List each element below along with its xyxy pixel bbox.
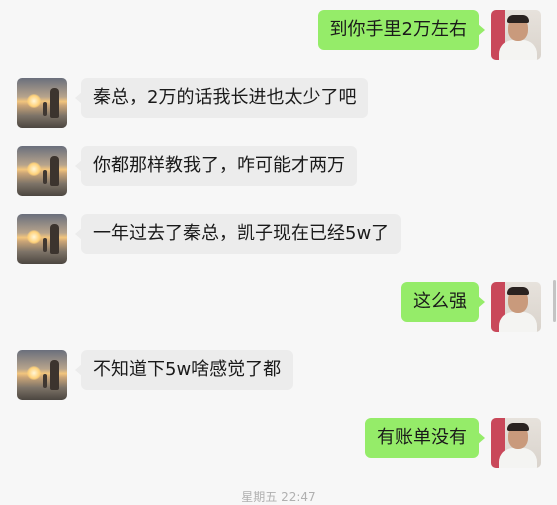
message-row: 不知道下5w啥感觉了都 xyxy=(17,350,294,400)
message-timestamp: 星期五 22:47 xyxy=(241,490,316,504)
self-avatar[interactable] xyxy=(491,282,541,332)
message-row: 到你手里2万左右 xyxy=(317,10,541,60)
contact-avatar[interactable] xyxy=(17,78,67,128)
received-message-bubble[interactable]: 一年过去了秦总，凯子现在已经5w了 xyxy=(74,214,402,254)
message-row: 这么强 xyxy=(401,282,541,332)
chat-area: 到你手里2万左右 秦总，2万的话我长进也太少了吧 你都那样教我了，咋可能才两万 … xyxy=(0,0,557,504)
message-row: 你都那样教我了，咋可能才两万 xyxy=(17,146,357,196)
received-message-bubble[interactable]: 不知道下5w啥感觉了都 xyxy=(74,350,294,390)
contact-avatar[interactable] xyxy=(17,350,67,400)
sent-message-bubble[interactable]: 这么强 xyxy=(401,282,485,322)
sent-message-bubble[interactable]: 到你手里2万左右 xyxy=(317,10,486,50)
contact-avatar[interactable] xyxy=(17,214,67,264)
sent-message-bubble[interactable]: 有账单没有 xyxy=(365,418,485,458)
message-row: 一年过去了秦总，凯子现在已经5w了 xyxy=(17,214,402,264)
contact-avatar[interactable] xyxy=(17,146,67,196)
self-avatar[interactable] xyxy=(491,10,541,60)
message-row: 秦总，2万的话我长进也太少了吧 xyxy=(17,78,369,128)
scrollbar[interactable] xyxy=(553,280,556,322)
received-message-bubble[interactable]: 你都那样教我了，咋可能才两万 xyxy=(75,146,357,186)
self-avatar[interactable] xyxy=(491,418,541,468)
received-message-bubble[interactable]: 秦总，2万的话我长进也太少了吧 xyxy=(74,78,369,118)
message-row: 有账单没有 xyxy=(365,418,541,468)
